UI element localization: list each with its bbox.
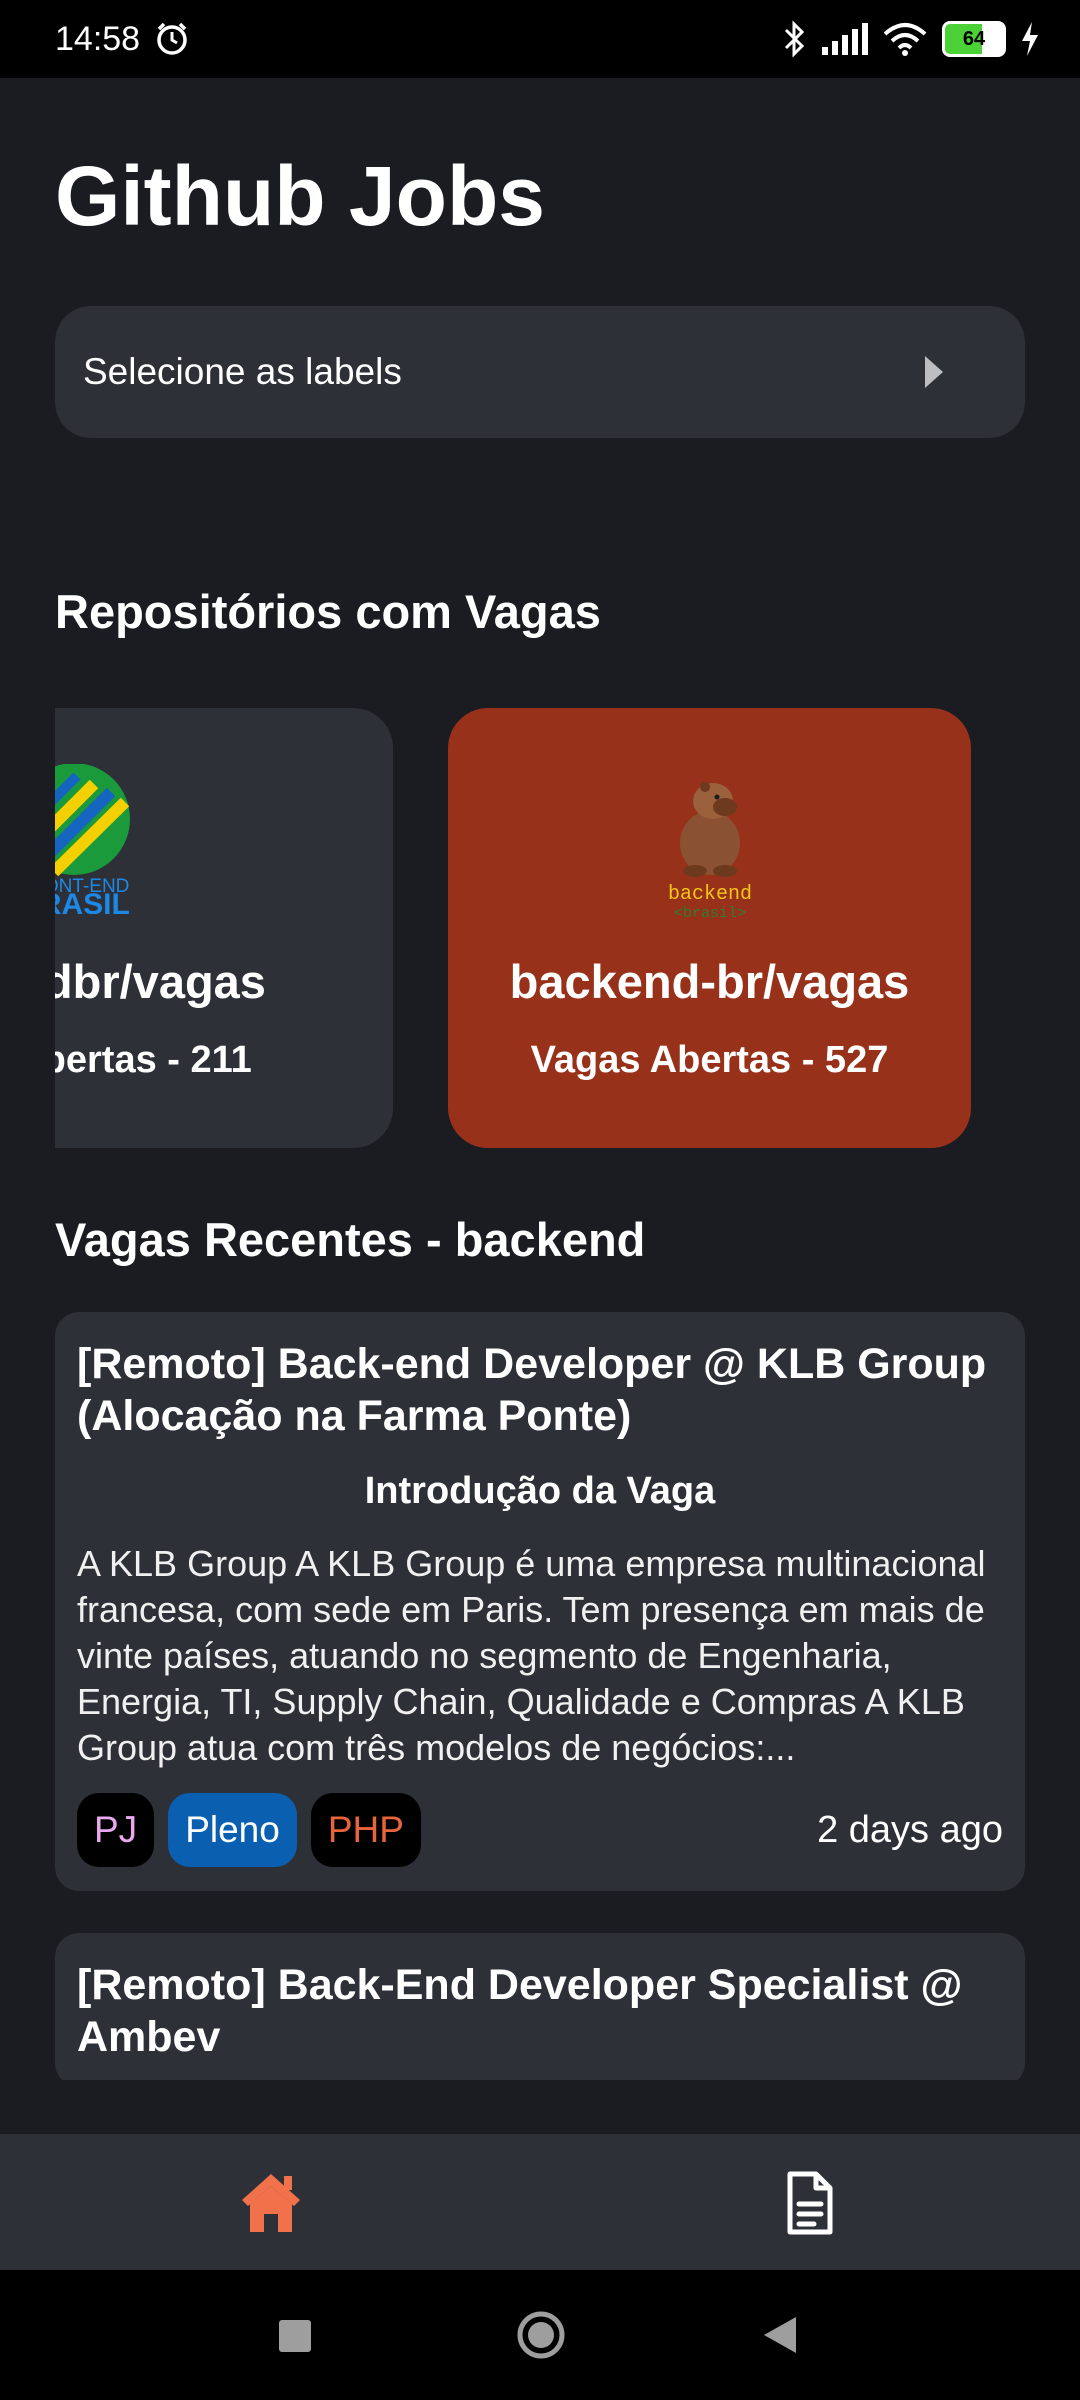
tag-pj: PJ bbox=[77, 1793, 155, 1867]
caret-right-icon bbox=[925, 356, 943, 388]
status-left: 14:58 bbox=[55, 20, 190, 59]
job-intro-heading: Introdução da Vaga bbox=[364, 1470, 716, 1512]
repo-card-backend-br[interactable]: backend <brasil> backend-br/vagas Vagas … bbox=[448, 708, 971, 1148]
tag-php: PHP bbox=[310, 1793, 421, 1867]
repo-name: frontendbr/vagas bbox=[55, 955, 266, 1008]
charging-icon bbox=[1022, 22, 1038, 56]
labels-select[interactable]: Selecione as labels bbox=[55, 306, 1025, 438]
backend-logo-bottom-text: <brasil> bbox=[673, 905, 745, 919]
back-button[interactable] bbox=[762, 2315, 798, 2355]
home-button[interactable] bbox=[516, 2310, 566, 2360]
job-card[interactable]: [Remoto] Back-end Developer @ KLB Group … bbox=[55, 1312, 1025, 1891]
job-list[interactable]: [Remoto] Back-end Developer @ KLB Group … bbox=[55, 1312, 1025, 2080]
recent-jobs-section-title: Vagas Recentes - backend bbox=[55, 1213, 646, 1266]
backend-brasil-logo: backend <brasil> bbox=[655, 764, 765, 919]
job-title: [Remoto] Back-End Developer Specialist @… bbox=[77, 1961, 963, 2061]
job-tags: PJ Pleno PHP bbox=[77, 1793, 421, 1867]
repo-name: backend-br/vagas bbox=[509, 955, 910, 1008]
job-title: [Remoto] Back-end Developer @ KLB Group … bbox=[77, 1340, 987, 1440]
bluetooth-icon bbox=[784, 20, 805, 58]
backend-logo-top-text: backend bbox=[667, 883, 751, 906]
page-title: Github Jobs bbox=[55, 149, 545, 243]
home-icon[interactable] bbox=[236, 2168, 306, 2238]
job-description: A KLB Group A KLB Group é uma empresa mu… bbox=[77, 1543, 986, 1768]
labels-select-placeholder: Selecione as labels bbox=[83, 351, 402, 392]
system-nav-bar bbox=[0, 2270, 1080, 2400]
repos-carousel[interactable]: FRONT-END BRASIL frontendbr/vagas Vagas … bbox=[55, 708, 1080, 1148]
alarm-icon bbox=[157, 22, 187, 55]
repos-section-title: Repositórios com Vagas bbox=[55, 585, 601, 638]
document-icon[interactable] bbox=[774, 2168, 844, 2238]
bottom-nav bbox=[0, 2134, 1080, 2270]
repo-open-count: Vagas Abertas - 527 bbox=[530, 1039, 889, 1081]
tag-pleno: Pleno bbox=[168, 1793, 297, 1867]
job-date: 2 days ago bbox=[817, 1808, 1003, 1851]
wifi-icon bbox=[883, 23, 927, 56]
status-bar: 14:58 64 bbox=[0, 0, 1080, 78]
frontend-logo-bottom-text: BRASIL bbox=[55, 888, 130, 914]
battery-level: 64 bbox=[962, 27, 986, 50]
status-right: 64 bbox=[782, 20, 1040, 58]
battery-icon: 64 bbox=[942, 21, 1006, 57]
recents-button[interactable] bbox=[277, 2318, 313, 2354]
signal-icon bbox=[822, 23, 868, 55]
repo-open-count: Vagas Abertas - 211 bbox=[55, 1039, 252, 1081]
status-time: 14:58 bbox=[55, 19, 141, 58]
job-footer: PJ Pleno PHP 2 days ago bbox=[77, 1793, 1003, 1867]
repo-card-frontendbr[interactable]: FRONT-END BRASIL frontendbr/vagas Vagas … bbox=[55, 708, 393, 1148]
frontend-brasil-logo: FRONT-END BRASIL bbox=[55, 764, 149, 914]
job-card[interactable]: [Remoto] Back-End Developer Specialist @… bbox=[55, 1933, 1025, 2080]
